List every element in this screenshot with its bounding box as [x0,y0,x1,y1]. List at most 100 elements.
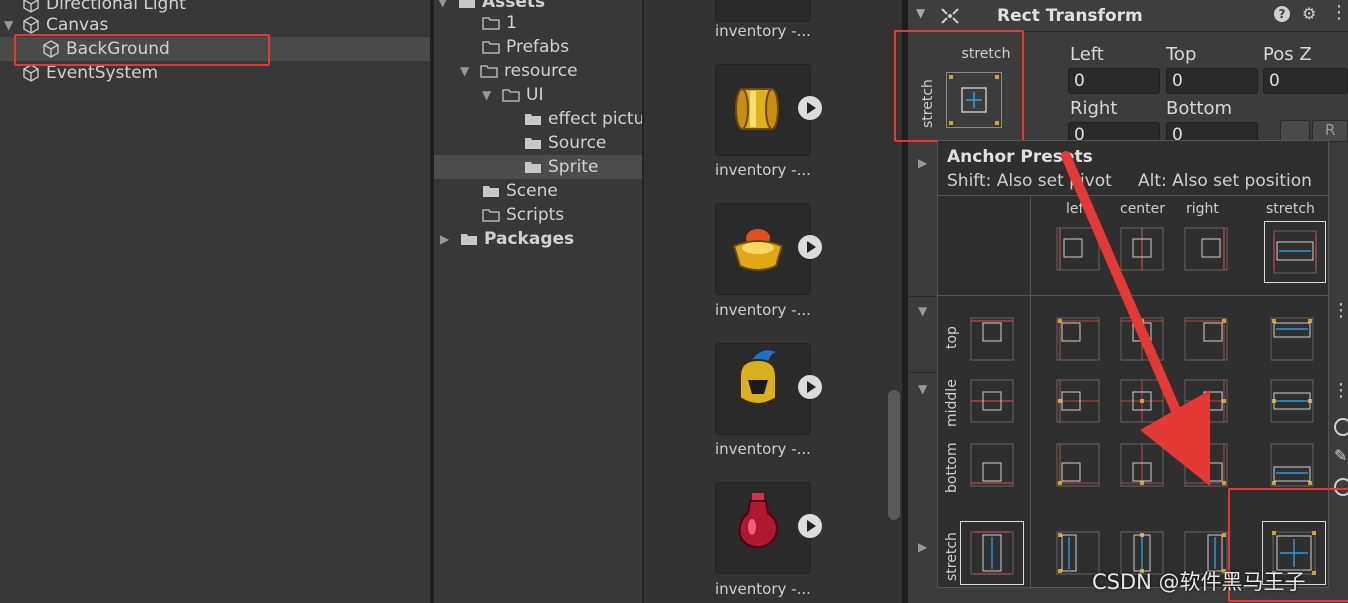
blueprint-mode-button[interactable] [1280,120,1310,142]
column-label-stretch: stretch [1266,201,1315,217]
left-label: Left [1070,44,1104,65]
project-item-label: Scripts [506,205,565,225]
project-item-source[interactable]: Source [434,131,642,155]
asset-label: inventory -... [715,580,811,598]
preset-vertical-stretch-selected[interactable] [960,521,1024,585]
folder-icon [525,162,541,173]
highlight-box [14,34,270,66]
project-item-scripts[interactable]: Scripts [434,203,642,227]
posz-field[interactable]: 0 [1263,68,1348,94]
posz-label: Pos Z [1263,44,1312,65]
project-item-packages[interactable]: ▶ Packages [434,227,642,251]
foldout-arrow-icon[interactable]: ▼ [918,382,927,396]
asset-thumbnail[interactable] [715,0,811,22]
play-button[interactable] [798,235,822,259]
expand-arrow-icon[interactable]: ▼ [482,88,494,102]
gold-ingot-icon [732,229,784,271]
bottom-label: Bottom [1166,98,1233,119]
asset-thumbnail-helmet[interactable] [715,343,811,435]
folder-empty-icon [482,209,500,222]
foldout-arrow-icon[interactable]: ▶ [918,540,927,554]
more-options-icon[interactable]: ⋮ [1332,380,1348,401]
project-item-label: Sprite [548,157,599,177]
preset-horizontal-stretch-icon [1273,230,1317,274]
project-item-ui[interactable]: ▼ UI [434,83,642,107]
project-item-1[interactable]: 1 [434,11,642,35]
folder-empty-icon [482,17,500,30]
asset-thumbnail-potion[interactable] [715,482,811,574]
folder-open-icon [459,0,475,8]
raw-edit-button[interactable]: R [1312,120,1348,142]
collapse-arrow-icon[interactable]: ▶ [440,232,452,246]
expand-arrow-icon[interactable]: ▼ [460,64,472,78]
scroll-item-icon [735,88,779,130]
preset-bottom-icon[interactable] [970,443,1014,487]
folder-icon [461,234,477,245]
gameobject-cube-icon [23,64,39,82]
asset-thumbnail-scroll[interactable] [715,64,811,156]
top-field[interactable]: 0 [1166,68,1258,94]
play-button[interactable] [798,514,822,538]
target-icon[interactable] [1334,418,1348,436]
asset-label: inventory -... [715,440,811,458]
potion-icon [738,493,778,549]
help-icon[interactable]: ? [1274,6,1290,22]
row-label-bottom: bottom [944,442,960,493]
project-item-resource[interactable]: ▼ resource [434,59,642,83]
top-label: Top [1166,44,1197,65]
asset-thumbnail-gold[interactable] [715,203,811,295]
asset-label: inventory -... [715,161,811,179]
asset-label: inventory -... [715,301,811,319]
project-item-scene[interactable]: Scene [434,179,642,203]
project-item-label: UI [526,85,544,105]
project-item-label: effect pictu [548,109,642,129]
project-item-sprite[interactable]: Sprite [434,155,642,179]
hierarchy-panel: Directional Light ▼ Canvas BackGround Ev… [0,0,430,603]
foldout-arrow-icon[interactable]: ▼ [918,304,927,318]
annotation-arrow [1061,151,1210,486]
asset-grid: inventory -... inventory -... inventory … [644,0,902,603]
folder-icon [525,114,541,125]
preset-middle-stretch-icon[interactable] [1270,379,1314,423]
asset-scrollbar[interactable] [888,390,900,520]
foldout-arrow-icon[interactable]: ▶ [918,156,927,170]
component-title: Rect Transform [997,6,1143,26]
more-options-icon[interactable]: ⋮ [1330,2,1348,23]
more-options-icon[interactable]: ⋮ [1332,300,1348,321]
settings-sliders-icon[interactable]: ⚙ [1302,4,1316,23]
eyedropper-icon[interactable]: ✎ [1334,446,1347,465]
watermark: CSDN @软件黑马王子 [1092,570,1306,594]
right-label: Right [1070,98,1118,119]
section-divider [908,372,938,373]
preset-middle-icon[interactable] [970,379,1014,423]
preset-horizontal-stretch-selected[interactable] [1264,221,1326,283]
foldout-arrow-icon[interactable]: ▼ [916,6,925,20]
play-button[interactable] [798,375,822,399]
hierarchy-item-label: EventSystem [46,63,159,83]
project-item-label: Packages [484,229,575,249]
row-label-stretch: stretch [944,532,960,581]
preset-top-stretch-icon[interactable] [1270,317,1314,361]
folder-icon [525,138,541,149]
expand-arrow-icon[interactable]: ▼ [4,18,16,32]
helmet-icon [739,350,777,405]
project-panel: ▼ Assets 1 Prefabs ▼ resource ▼ UI effec… [434,0,642,603]
folder-icon [483,186,499,197]
preset-bottom-stretch-icon[interactable] [1270,443,1314,487]
left-field[interactable]: 0 [1068,68,1160,94]
preset-vertical-stretch-icon [970,531,1014,575]
preset-top-icon[interactable] [970,317,1014,361]
popup-divider [1030,195,1031,589]
folder-open-icon [502,89,520,102]
folder-empty-icon [482,41,500,54]
project-item-prefabs[interactable]: Prefabs [434,35,642,59]
project-item-label: Scene [506,181,558,201]
project-item-effect-picture[interactable]: effect pictu [434,107,642,131]
gameobject-cube-icon [23,0,39,13]
project-item-label: Source [548,133,607,153]
rect-transform-header[interactable]: ▼ Rect Transform ? ⚙ ⋮ [908,0,1348,32]
row-label-middle: middle [944,379,960,427]
row-label-top: top [944,326,960,349]
expand-arrow-icon[interactable]: ▼ [438,0,450,9]
play-button[interactable] [798,96,822,120]
